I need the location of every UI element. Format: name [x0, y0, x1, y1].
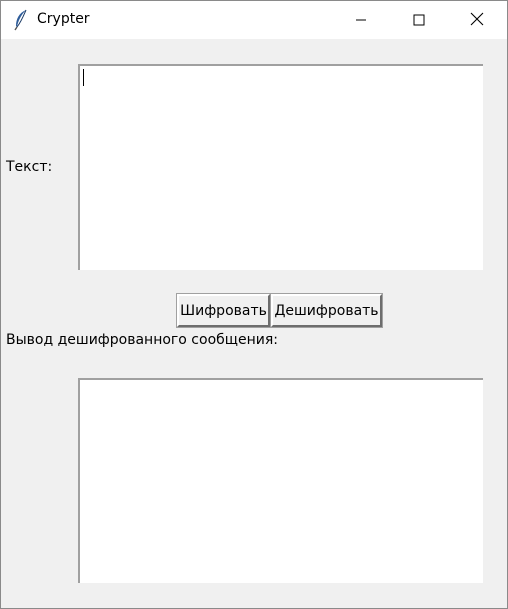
maximize-button[interactable] [390, 1, 448, 39]
input-label: Текст: [6, 159, 53, 175]
decrypt-button[interactable]: Дешифровать [270, 293, 383, 328]
minimize-icon [355, 11, 367, 30]
app-window: Crypter Текст: Шифровать Дешифровать Выв… [0, 0, 508, 609]
title-bar[interactable]: Crypter [1, 1, 507, 39]
output-label: Вывод дешифрованного сообщения: [6, 332, 278, 348]
close-icon [470, 11, 484, 30]
feather-icon [13, 9, 29, 31]
minimize-button[interactable] [332, 1, 390, 39]
maximize-icon [413, 11, 425, 30]
close-button[interactable] [448, 1, 506, 39]
output-textbox[interactable] [78, 378, 483, 583]
encrypt-button[interactable]: Шифровать [176, 293, 271, 328]
input-textbox[interactable] [78, 64, 483, 270]
window-title: Crypter [37, 11, 90, 27]
text-caret [83, 69, 84, 86]
